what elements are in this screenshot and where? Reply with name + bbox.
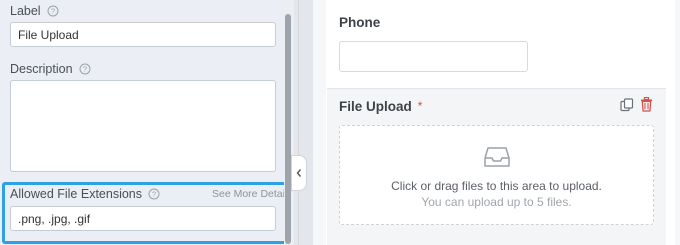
scrollbar-thumb[interactable] xyxy=(285,14,291,244)
required-marker: * xyxy=(417,99,423,113)
inbox-tray-icon xyxy=(484,147,510,167)
file-upload-label-text: File Upload xyxy=(339,99,412,114)
duplicate-icon[interactable] xyxy=(620,98,634,112)
panel-divider xyxy=(294,0,313,245)
question-circle-icon[interactable]: ? xyxy=(47,5,59,17)
label-field-title: Label ? xyxy=(10,4,59,18)
dropzone-limit-text: You can upload up to 5 files. xyxy=(421,195,572,209)
description-textarea[interactable] xyxy=(10,80,276,172)
trash-icon[interactable] xyxy=(640,97,653,112)
file-dropzone[interactable]: Click or drag files to this area to uplo… xyxy=(339,125,654,225)
question-circle-icon[interactable]: ? xyxy=(79,63,91,75)
description-field-title-text: Description xyxy=(10,62,73,76)
chevron-left-icon xyxy=(296,169,302,177)
svg-text:?: ? xyxy=(51,7,55,16)
file-upload-field-label: File Upload * xyxy=(339,99,422,114)
phone-field-label: Phone xyxy=(339,15,381,30)
collapse-panel-button[interactable] xyxy=(291,155,307,191)
highlight-box xyxy=(2,182,288,244)
description-field-title: Description ? xyxy=(10,62,91,76)
divider-line xyxy=(298,0,299,245)
label-input[interactable]: File Upload xyxy=(10,22,276,47)
svg-text:?: ? xyxy=(82,65,86,74)
label-field-title-text: Label xyxy=(10,4,41,18)
dropzone-instruction: Click or drag files to this area to uplo… xyxy=(391,179,602,193)
phone-input[interactable] xyxy=(339,41,528,72)
